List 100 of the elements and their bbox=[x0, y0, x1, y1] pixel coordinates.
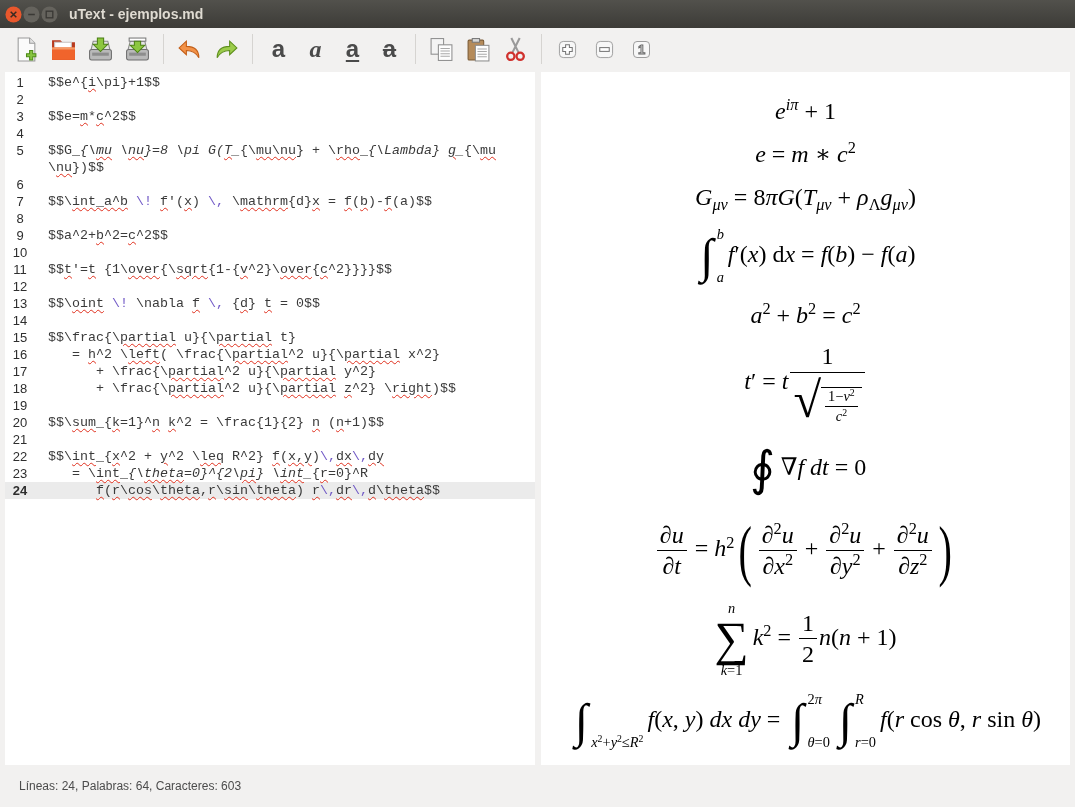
math-text: + 1 bbox=[803, 98, 836, 124]
superscript: 2 bbox=[763, 620, 772, 640]
superscript: 2 bbox=[784, 550, 794, 570]
subscript: Λ bbox=[868, 194, 881, 214]
math-text: ∂ bbox=[896, 521, 909, 548]
code-line: + \frac{\partial^2 u}{\partial z^2} \right)$$ bbox=[95, 380, 457, 397]
code-line: $$\int_{x^2 + y^2 \leq R^2} f(x,y)\,dx\,dy bbox=[48, 448, 385, 465]
superscript: 2 bbox=[773, 518, 782, 538]
line-number: 12 bbox=[11, 278, 29, 295]
math-text: r=0 bbox=[855, 733, 876, 750]
copy-icon bbox=[429, 36, 454, 62]
line-number: 14 bbox=[11, 312, 29, 329]
superscript: 2 bbox=[842, 406, 848, 418]
superscript: 2 bbox=[617, 732, 622, 744]
line-number: 21 bbox=[11, 431, 29, 448]
line-number: 17 bbox=[11, 363, 29, 380]
math-text: = c bbox=[821, 302, 853, 329]
math-text: f(r bbox=[879, 706, 905, 733]
line-number: 24 bbox=[11, 482, 29, 499]
format-button[interactable]: a bbox=[297, 32, 334, 66]
math-text: θ) bbox=[1020, 706, 1041, 733]
line-number: 1 bbox=[15, 74, 25, 91]
format-button[interactable]: a bbox=[260, 32, 297, 66]
superscript: iπ bbox=[785, 95, 799, 115]
math-text: 1 bbox=[802, 610, 814, 636]
math-text: n(n + 1) bbox=[819, 623, 897, 650]
line-number: 13 bbox=[11, 295, 29, 312]
text-editor[interactable] bbox=[5, 72, 535, 765]
integral-sign: ∮ bbox=[748, 441, 776, 498]
parenthesis: ( bbox=[738, 513, 753, 588]
math-text: a bbox=[750, 302, 763, 329]
code-line: $$\oint \! \nabla f \, {d} t = 0$$ bbox=[48, 295, 321, 312]
superscript: 2 bbox=[852, 550, 861, 570]
superscript: 2 bbox=[638, 732, 644, 744]
math-text: + bbox=[871, 535, 887, 562]
line-number: 7 bbox=[15, 193, 25, 210]
superscript: 2 bbox=[908, 518, 917, 538]
code-line: $$\int_a^b \! f'(x) \, \mathrm{d}x = f(b)-f(a)$$ bbox=[48, 193, 433, 210]
math-text: 2π bbox=[807, 691, 822, 708]
superscript: 2 bbox=[726, 532, 735, 552]
math-text: + ρ bbox=[836, 184, 869, 210]
math-text: = bbox=[776, 623, 792, 650]
subscript: μν bbox=[712, 194, 728, 214]
code-line: = \int_{\theta=0}^{2\pi} \int_{r=0}^R bbox=[71, 465, 369, 482]
math-text: + b bbox=[775, 302, 809, 329]
plus-icon bbox=[558, 39, 577, 59]
format-button[interactable]: a bbox=[334, 32, 371, 66]
math-text: a bbox=[716, 268, 724, 285]
math-text: x bbox=[591, 733, 598, 750]
line-number: 6 bbox=[15, 176, 25, 193]
math-text: +y bbox=[602, 733, 617, 750]
line-number: 9 bbox=[15, 227, 25, 244]
radical-sign: √ bbox=[793, 374, 822, 426]
minus-icon bbox=[595, 39, 614, 59]
math-text: f′(x) bbox=[727, 240, 768, 267]
math-text: x = f(b) − f(a) bbox=[784, 240, 916, 267]
math-text: ∂u bbox=[659, 521, 684, 548]
code-line: $$G_{\mu \nu}=8 \pi G(T_{\mu\nu} + \rho_{\Lambda} g_{\mu \nu})$$ bbox=[48, 142, 497, 176]
status-text: Líneas: 24, Palabras: 64, Caracteres: 603 bbox=[19, 779, 242, 793]
integral-sign: ∫ bbox=[573, 690, 591, 753]
math-text: u bbox=[849, 521, 862, 548]
math-text: e = m ∗ c bbox=[755, 141, 848, 167]
math-text: t′ = t bbox=[744, 368, 789, 395]
math-text: c bbox=[835, 408, 843, 425]
line-number: 8 bbox=[15, 210, 25, 227]
minimize-icon[interactable] bbox=[23, 5, 40, 23]
superscript: 2 bbox=[852, 299, 861, 319]
subscript: μν bbox=[816, 194, 832, 214]
math-text: 2 bbox=[802, 641, 814, 668]
math-text: u bbox=[916, 521, 929, 548]
math-text: cos bbox=[910, 706, 942, 733]
math-text: u bbox=[781, 521, 794, 548]
format-button[interactable]: a bbox=[371, 32, 408, 66]
math-text: R bbox=[855, 691, 864, 708]
line-number: 16 bbox=[11, 346, 29, 363]
integral-sign: ∫ bbox=[789, 690, 807, 753]
scissors-icon bbox=[503, 36, 528, 62]
window-title: uText - ejemplos.md bbox=[69, 6, 204, 22]
superscript: 2 bbox=[597, 732, 603, 744]
maximize-icon[interactable] bbox=[41, 5, 58, 23]
math-text: ∂x bbox=[762, 553, 785, 580]
math-text: θ, r bbox=[947, 706, 983, 733]
math-text: θ=0 bbox=[807, 733, 830, 750]
math-text: ∂ bbox=[761, 521, 774, 548]
math-text: ) bbox=[907, 184, 916, 210]
code-line: + \frac{\partial^2 u}{\partial y^2} bbox=[95, 363, 377, 380]
superscript: 2 bbox=[762, 299, 771, 319]
math-text: e bbox=[775, 98, 786, 124]
line-number: 23 bbox=[11, 465, 29, 482]
code-line: $$e=m*c^2$$ bbox=[48, 108, 137, 125]
math-text: k bbox=[752, 623, 764, 650]
drive-arrow-icon bbox=[125, 36, 150, 62]
close-icon[interactable] bbox=[5, 5, 22, 23]
line-number: 22 bbox=[11, 448, 29, 465]
math-text: n bbox=[727, 599, 736, 616]
superscript: 2 bbox=[841, 518, 850, 538]
math-text: sin bbox=[987, 706, 1016, 733]
line-number: 19 bbox=[11, 397, 29, 414]
line-number: 2 bbox=[15, 91, 25, 108]
math-text: ≤R bbox=[621, 733, 639, 750]
